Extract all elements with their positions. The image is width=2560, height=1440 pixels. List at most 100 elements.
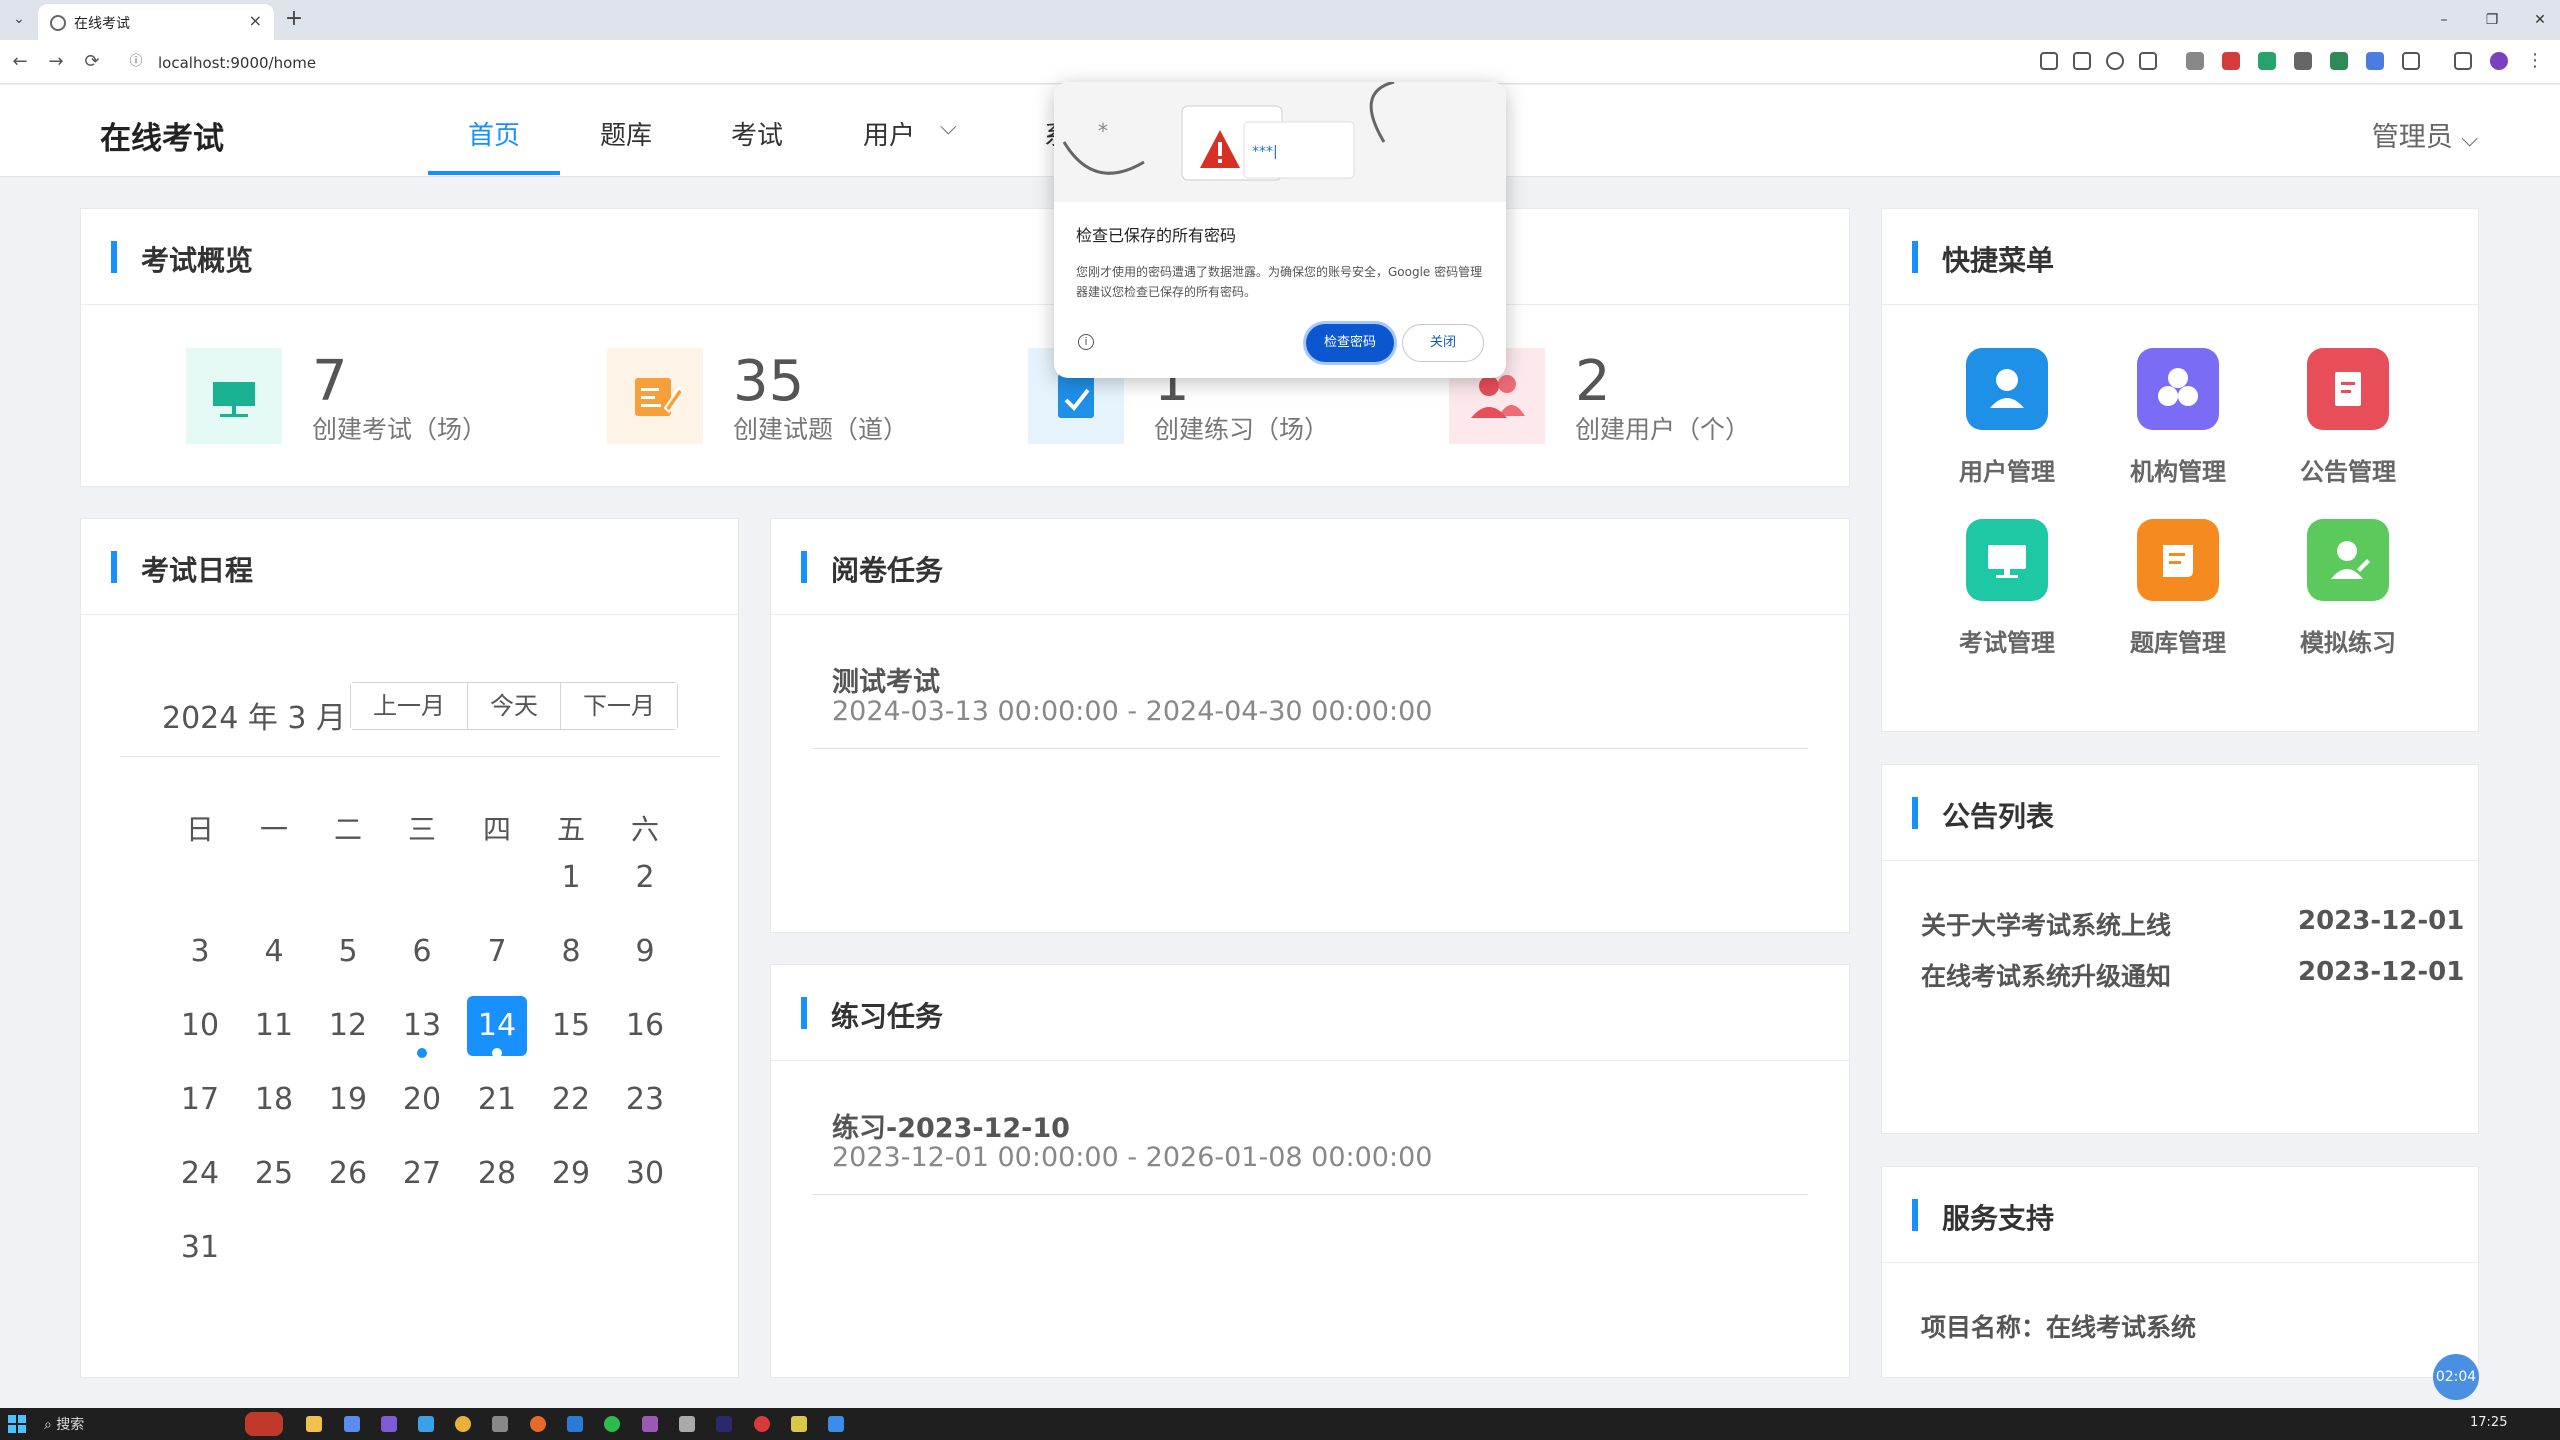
calendar-day[interactable]: 9	[615, 922, 675, 982]
close-popup-button[interactable]: 关闭	[1402, 324, 1484, 362]
calendar-day[interactable]: 1	[541, 848, 601, 908]
quick-bank-management[interactable]: 题库管理	[2098, 623, 2258, 658]
taskbar-app-icon[interactable]	[642, 1416, 658, 1432]
taskbar-app-icon[interactable]	[679, 1416, 695, 1432]
translate-icon[interactable]	[2073, 52, 2091, 70]
calendar-day[interactable]: 26	[318, 1144, 378, 1204]
calendar-day[interactable]: 15	[541, 996, 601, 1056]
bookmark-star-icon[interactable]	[2139, 52, 2157, 70]
quick-mock-practice[interactable]: 模拟练习	[2268, 623, 2428, 658]
calendar-day[interactable]: 3	[170, 922, 230, 982]
check-passwords-button[interactable]: 检查密码	[1306, 324, 1394, 362]
calendar-day[interactable]: 22	[541, 1070, 601, 1130]
extension-icon[interactable]	[2186, 52, 2204, 70]
minimize-button[interactable]: –	[2432, 8, 2456, 32]
practice-task-name[interactable]: 练习-2023-12-10	[832, 1106, 1070, 1145]
forward-button[interactable]: →	[44, 50, 68, 74]
extension-icon[interactable]	[2330, 52, 2348, 70]
vscode-icon[interactable]	[567, 1416, 583, 1432]
site-info-icon[interactable]: ⓘ	[128, 54, 144, 70]
bank-icon[interactable]	[2137, 519, 2219, 601]
more-menu-icon[interactable]: ⋮	[2526, 52, 2544, 70]
calendar-day[interactable]: 5	[318, 922, 378, 982]
calendar-day[interactable]: 27	[392, 1144, 452, 1204]
calendar-day[interactable]: 25	[244, 1144, 304, 1204]
calendar-day[interactable]: 23	[615, 1070, 675, 1130]
next-month-button[interactable]: 下一月	[561, 683, 677, 729]
restore-button[interactable]: ❐	[2480, 8, 2504, 32]
calendar-day[interactable]: 11	[244, 996, 304, 1056]
taskbar-app-icon[interactable]	[716, 1416, 732, 1432]
profile-avatar[interactable]	[2490, 52, 2508, 70]
calendar-day[interactable]: 31	[170, 1218, 230, 1278]
puzzle-icon[interactable]	[2402, 52, 2420, 70]
new-tab-button[interactable]: +	[280, 6, 308, 34]
calendar-day[interactable]: 21	[467, 1070, 527, 1130]
wechat-icon[interactable]	[604, 1416, 620, 1432]
back-button[interactable]: ←	[8, 50, 32, 74]
file-explorer-icon[interactable]	[306, 1416, 322, 1432]
calendar-day[interactable]: 28	[467, 1144, 527, 1204]
exam-timer-badge[interactable]: 02:04	[2433, 1354, 2479, 1400]
nav-home[interactable]: 首页	[468, 115, 520, 152]
calendar-day[interactable]: 30	[615, 1144, 675, 1204]
quick-org-management[interactable]: 机构管理	[2098, 452, 2258, 487]
cubes-icon[interactable]	[2137, 348, 2219, 430]
taskbar-search[interactable]: ⌕ 搜索	[44, 1414, 84, 1434]
prev-month-button[interactable]: 上一月	[351, 683, 468, 729]
calendar-day[interactable]: 13	[392, 996, 452, 1056]
quick-user-management[interactable]: 用户管理	[1927, 452, 2087, 487]
calendar-day[interactable]: 2	[615, 848, 675, 908]
calendar-day[interactable]: 7	[467, 922, 527, 982]
info-icon[interactable]: i	[1078, 334, 1094, 350]
calendar-day[interactable]: 19	[318, 1070, 378, 1130]
calendar-day[interactable]: 6	[392, 922, 452, 982]
nav-users[interactable]: 用户	[863, 115, 915, 152]
quick-exam-management[interactable]: 考试管理	[1927, 623, 2087, 658]
close-tab-button[interactable]: ×	[249, 11, 262, 30]
monitor-icon[interactable]	[1966, 519, 2048, 601]
calendar-day[interactable]: 4	[244, 922, 304, 982]
practice-icon[interactable]	[2307, 519, 2389, 601]
extension-icon[interactable]	[2258, 52, 2276, 70]
window-close-button[interactable]: ✕	[2528, 8, 2552, 32]
side-panel-icon[interactable]	[2454, 52, 2472, 70]
notice-item-title[interactable]: 关于大学考试系统上线	[1921, 906, 2171, 942]
taskbar-app-icon[interactable]	[381, 1416, 397, 1432]
calendar-day[interactable]: 29	[541, 1144, 601, 1204]
quick-notice-management[interactable]: 公告管理	[2268, 452, 2428, 487]
url-field[interactable]: ⓘ localhost:9000/home	[120, 46, 2000, 78]
settings-icon[interactable]	[492, 1416, 508, 1432]
zoom-icon[interactable]	[2106, 52, 2124, 70]
extension-icon[interactable]	[2222, 52, 2240, 70]
key-icon[interactable]	[2040, 52, 2058, 70]
taskbar-app-icon[interactable]	[754, 1416, 770, 1432]
taskbar-app-icon[interactable]	[828, 1416, 844, 1432]
today-button[interactable]: 今天	[468, 683, 561, 729]
calendar-day-today[interactable]: 14	[467, 996, 527, 1056]
calendar-day[interactable]: 17	[170, 1070, 230, 1130]
extension-icon[interactable]	[2366, 52, 2384, 70]
reload-button[interactable]: ⟳	[80, 50, 104, 74]
calendar-day[interactable]: 8	[541, 922, 601, 982]
search-highlight-icon[interactable]	[245, 1412, 283, 1436]
calendar-day[interactable]: 10	[170, 996, 230, 1056]
extension-icon[interactable]	[2294, 52, 2312, 70]
nav-exam[interactable]: 考试	[731, 115, 783, 152]
nav-question-bank[interactable]: 题库	[600, 115, 652, 152]
taskbar-app-icon[interactable]	[791, 1416, 807, 1432]
notice-icon[interactable]	[2307, 348, 2389, 430]
browser-tab[interactable]: 在线考试 ×	[38, 4, 274, 40]
taskbar-clock[interactable]: 17:25	[2470, 1415, 2507, 1430]
chevron-down-icon[interactable]: ⌵	[940, 115, 957, 140]
calendar-day[interactable]: 18	[244, 1070, 304, 1130]
user-icon[interactable]	[1966, 348, 2048, 430]
review-task-name[interactable]: 测试考试	[832, 660, 940, 699]
calendar-day[interactable]: 20	[392, 1070, 452, 1130]
taskbar-app-icon[interactable]	[418, 1416, 434, 1432]
chrome-icon[interactable]	[455, 1416, 471, 1432]
tab-search-icon[interactable]: ⌄	[8, 8, 30, 30]
taskbar-app-icon[interactable]	[344, 1416, 360, 1432]
admin-menu[interactable]: 管理员 ⌵	[2372, 115, 2478, 154]
windows-start-icon[interactable]	[8, 1415, 26, 1433]
